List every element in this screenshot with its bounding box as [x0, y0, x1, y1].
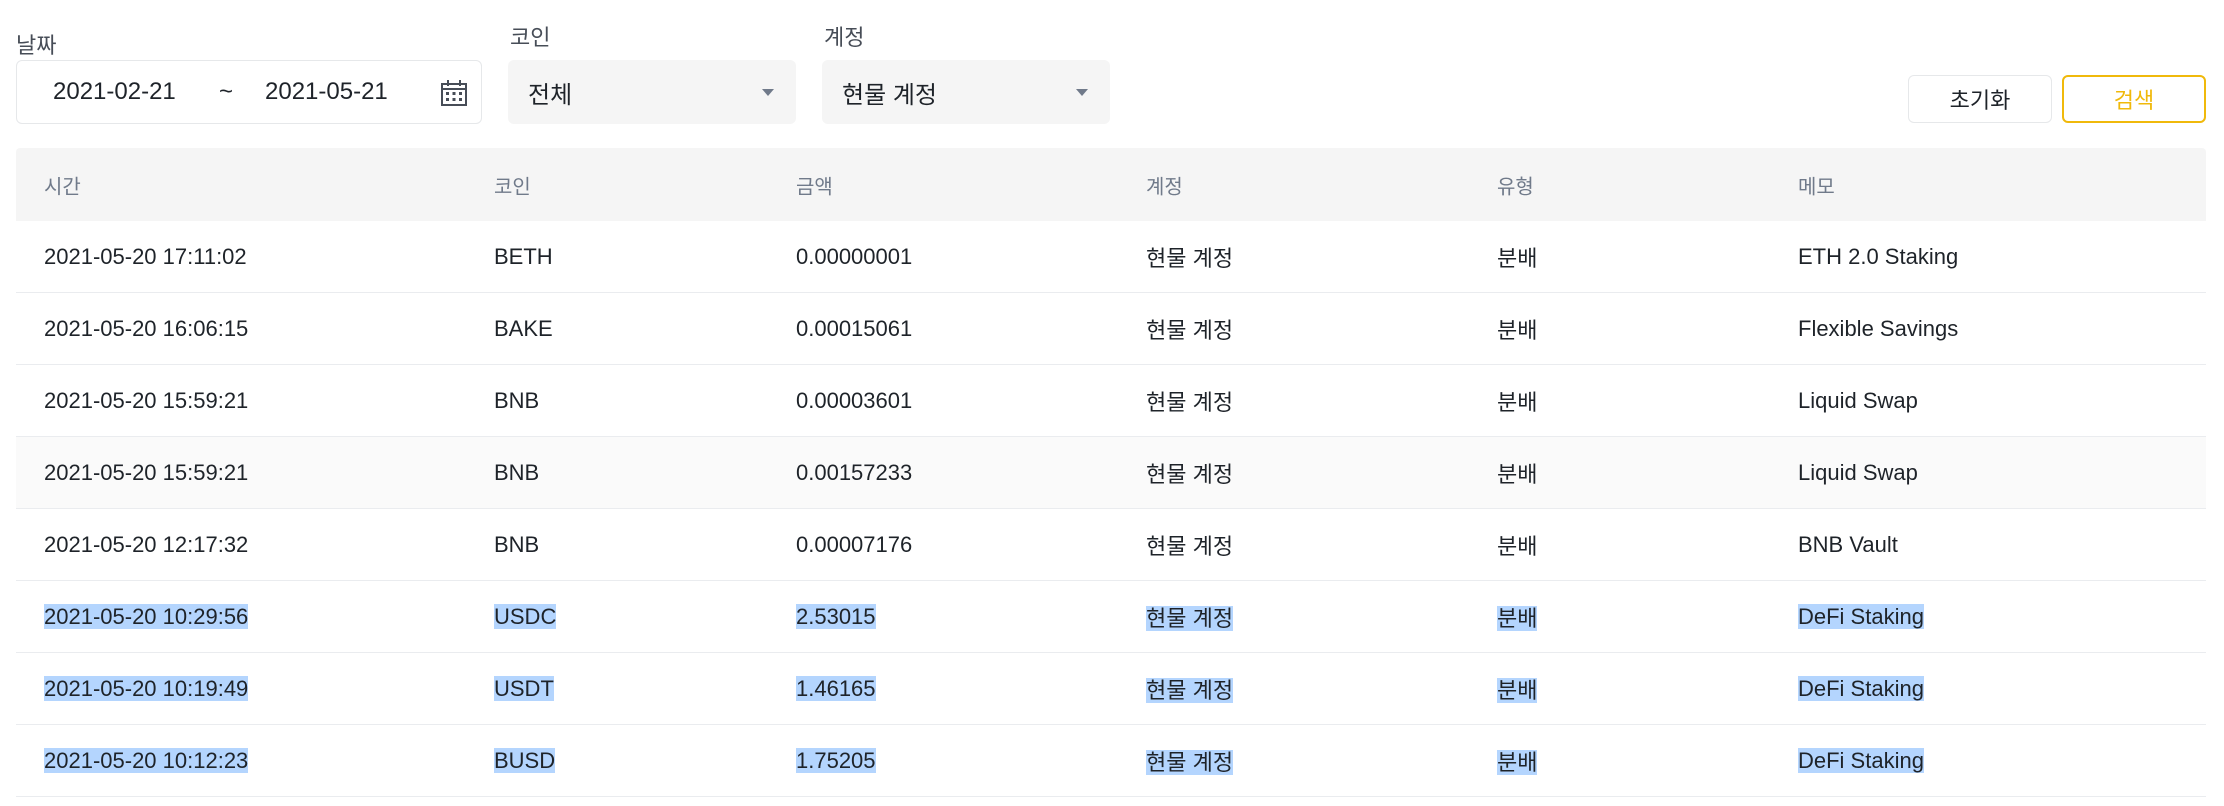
- calendar-icon[interactable]: [439, 78, 469, 108]
- cell-time: 2021-05-20 15:59:21: [44, 387, 249, 413]
- cell-account: 현물 계정: [1146, 533, 1234, 559]
- date-range-picker[interactable]: 2021-02-21 ~ 2021-05-21: [16, 60, 482, 124]
- cell-time: 2021-05-20 12:17:32: [44, 531, 249, 557]
- cell-account: 현물 계정: [1146, 389, 1234, 415]
- cell-memo: DeFi Staking: [1798, 747, 1924, 773]
- column-header-memo: 메모: [1798, 176, 1835, 198]
- cell-coin: BETH: [494, 243, 553, 269]
- cell-type: 분배: [1497, 677, 1538, 703]
- coin-label: 코인: [510, 25, 551, 50]
- cell-memo: DeFi Staking: [1798, 675, 1924, 701]
- cell-memo: Liquid Swap: [1798, 459, 1918, 485]
- date-to-input[interactable]: 2021-05-21: [265, 78, 388, 106]
- cell-coin: USDC: [494, 603, 557, 629]
- cell-memo: ETH 2.0 Staking: [1798, 243, 1959, 269]
- chevron-down-icon: [762, 89, 774, 96]
- cell-amount: 0.00000001: [796, 243, 913, 269]
- cell-coin: BNB: [494, 531, 540, 557]
- cell-coin: BUSD: [494, 747, 556, 773]
- account-select[interactable]: 현물 계정: [822, 60, 1110, 124]
- cell-time: 2021-05-20 10:19:49: [44, 675, 249, 701]
- column-header-account: 계정: [1146, 176, 1183, 198]
- cell-amount: 2.53015: [796, 603, 876, 629]
- column-header-time: 시간: [44, 176, 81, 198]
- reset-button[interactable]: 초기화: [1908, 75, 2052, 123]
- cell-type: 분배: [1497, 605, 1538, 631]
- search-button[interactable]: 검색: [2062, 75, 2206, 123]
- history-table: 시간 코인 금액 계정 유형 메모 2021-05-20 17:11:02 BE…: [16, 148, 2206, 797]
- date-label: 날짜: [16, 33, 57, 58]
- coin-select-value: 전체: [528, 81, 573, 109]
- cell-amount: 0.00157233: [796, 459, 913, 485]
- account-label: 계정: [824, 25, 865, 50]
- cell-coin: USDT: [494, 675, 554, 701]
- cell-account: 현물 계정: [1146, 245, 1234, 271]
- cell-time: 2021-05-20 10:29:56: [44, 603, 249, 629]
- table-row: 2021-05-20 15:59:21 BNB 0.00157233 현물 계정…: [16, 437, 2206, 509]
- cell-type: 분배: [1497, 461, 1538, 487]
- cell-memo: BNB Vault: [1798, 531, 1898, 557]
- cell-amount: 0.00015061: [796, 315, 913, 341]
- date-separator: ~: [219, 78, 234, 105]
- cell-amount: 0.00007176: [796, 531, 913, 557]
- chevron-down-icon: [1076, 89, 1088, 96]
- cell-memo: Liquid Swap: [1798, 387, 1918, 413]
- table-row: 2021-05-20 12:17:32 BNB 0.00007176 현물 계정…: [16, 509, 2206, 581]
- cell-type: 분배: [1497, 389, 1538, 415]
- date-from-input[interactable]: 2021-02-21: [53, 78, 176, 106]
- column-header-amount: 금액: [796, 176, 833, 198]
- table-row: 2021-05-20 10:29:56 USDC 2.53015 현물 계정 분…: [16, 581, 2206, 653]
- cell-memo: DeFi Staking: [1798, 603, 1924, 629]
- cell-coin: BNB: [494, 459, 540, 485]
- table-row: 2021-05-20 10:19:49 USDT 1.46165 현물 계정 분…: [16, 653, 2206, 725]
- cell-type: 분배: [1497, 245, 1538, 271]
- cell-coin: BAKE: [494, 315, 553, 341]
- cell-coin: BNB: [494, 387, 540, 413]
- cell-type: 분배: [1497, 749, 1538, 775]
- table-row: 2021-05-20 17:11:02 BETH 0.00000001 현물 계…: [16, 221, 2206, 293]
- cell-time: 2021-05-20 17:11:02: [44, 243, 247, 269]
- cell-type: 분배: [1497, 317, 1538, 343]
- table-header: 시간 코인 금액 계정 유형 메모: [16, 148, 2206, 221]
- table-row: 2021-05-20 16:06:15 BAKE 0.00015061 현물 계…: [16, 293, 2206, 365]
- table-row: 2021-05-20 10:12:23 BUSD 1.75205 현물 계정 분…: [16, 725, 2206, 797]
- cell-amount: 1.46165: [796, 675, 876, 701]
- cell-time: 2021-05-20 15:59:21: [44, 459, 249, 485]
- cell-time: 2021-05-20 10:12:23: [44, 747, 249, 773]
- cell-account: 현물 계정: [1146, 317, 1234, 343]
- cell-amount: 1.75205: [796, 747, 876, 773]
- cell-account: 현물 계정: [1146, 605, 1234, 631]
- cell-account: 현물 계정: [1146, 461, 1234, 487]
- cell-account: 현물 계정: [1146, 677, 1234, 703]
- cell-amount: 0.00003601: [796, 387, 913, 413]
- column-header-type: 유형: [1497, 176, 1534, 198]
- account-select-value: 현물 계정: [842, 81, 937, 109]
- coin-select[interactable]: 전체: [508, 60, 796, 124]
- cell-account: 현물 계정: [1146, 749, 1234, 775]
- cell-time: 2021-05-20 16:06:15: [44, 315, 249, 341]
- table-row: 2021-05-20 15:59:21 BNB 0.00003601 현물 계정…: [16, 365, 2206, 437]
- column-header-coin: 코인: [494, 176, 531, 198]
- cell-type: 분배: [1497, 533, 1538, 559]
- cell-memo: Flexible Savings: [1798, 315, 1959, 341]
